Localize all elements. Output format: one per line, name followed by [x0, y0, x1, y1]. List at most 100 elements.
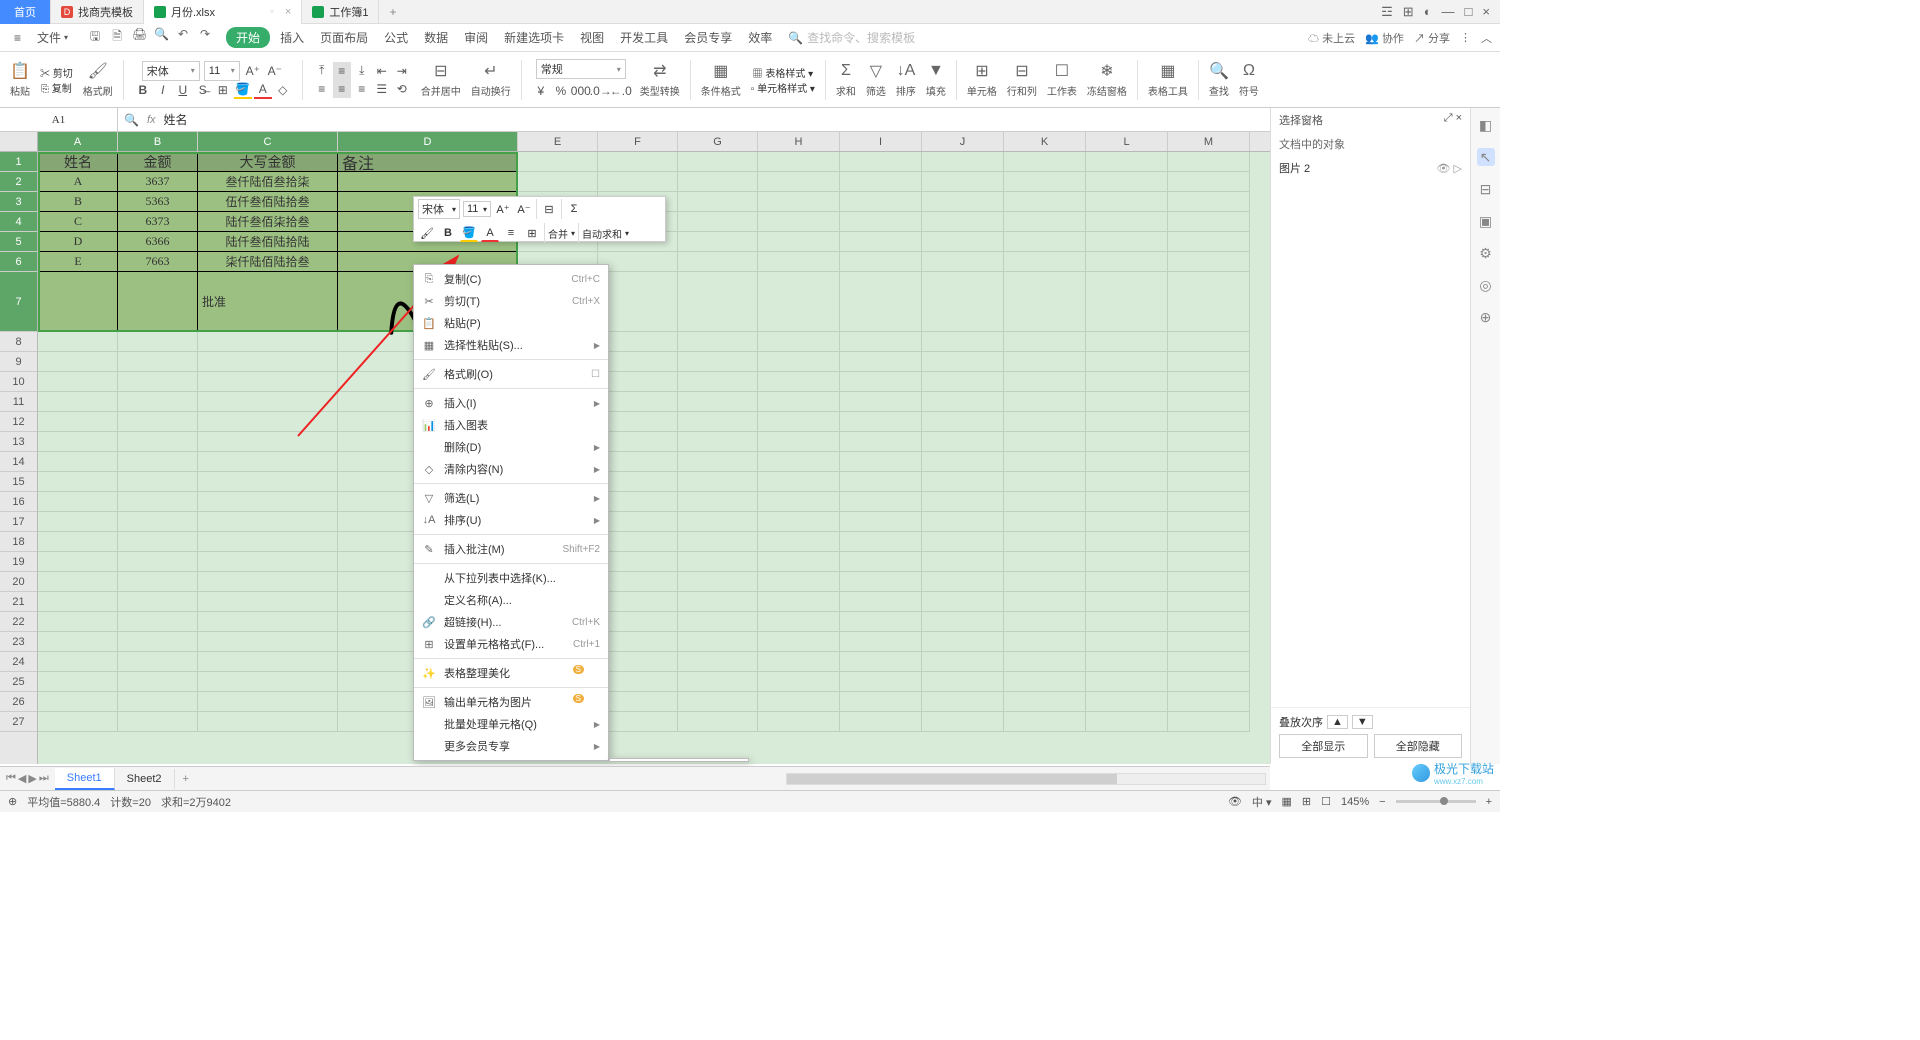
row-header[interactable]: 5 — [0, 232, 37, 252]
col-header[interactable]: B — [118, 132, 198, 151]
cell[interactable] — [1168, 592, 1250, 612]
border-button[interactable]: ⊞ — [214, 81, 232, 99]
cell[interactable] — [1168, 252, 1250, 272]
cell[interactable] — [1086, 472, 1168, 492]
tab-dev[interactable]: 开发工具 — [614, 27, 674, 48]
tab-layout[interactable]: 页面布局 — [314, 27, 374, 48]
cell[interactable] — [758, 272, 840, 332]
cell[interactable] — [118, 452, 198, 472]
cell[interactable] — [1086, 512, 1168, 532]
ctx-item[interactable]: 更多会员专享▶ — [414, 735, 608, 757]
row-header[interactable]: 11 — [0, 392, 37, 412]
cell[interactable] — [1168, 552, 1250, 572]
cell[interactable] — [118, 712, 198, 732]
cell[interactable] — [38, 272, 118, 332]
row-header[interactable]: 20 — [0, 572, 37, 592]
cell[interactable] — [1004, 712, 1086, 732]
side-icon-3[interactable]: ⊟ — [1477, 180, 1495, 198]
cell[interactable] — [840, 172, 922, 192]
cell[interactable] — [758, 412, 840, 432]
ctx-item[interactable]: ⎘复制(C)Ctrl+C — [414, 268, 608, 290]
side-icon-6[interactable]: ◎ — [1477, 276, 1495, 294]
cell[interactable]: 大写金额 — [198, 152, 338, 172]
align-top-icon[interactable]: ⤒ — [313, 62, 331, 80]
cell[interactable] — [198, 332, 338, 352]
row-header[interactable]: 14 — [0, 452, 37, 472]
cell[interactable] — [678, 552, 758, 572]
cell[interactable] — [1086, 492, 1168, 512]
cell[interactable] — [1004, 452, 1086, 472]
col-header[interactable]: L — [1086, 132, 1168, 151]
tab-template[interactable]: D找商壳模板 — [51, 0, 144, 24]
cell[interactable] — [598, 332, 678, 352]
cell[interactable] — [1004, 212, 1086, 232]
cell[interactable] — [922, 512, 1004, 532]
comma-icon[interactable]: 000 — [572, 82, 590, 100]
cell[interactable] — [598, 652, 678, 672]
cell[interactable] — [198, 572, 338, 592]
cell[interactable] — [518, 172, 598, 192]
cell[interactable] — [922, 612, 1004, 632]
cell[interactable] — [922, 432, 1004, 452]
share-button[interactable]: ↗ 分享 — [1414, 30, 1450, 46]
cell[interactable] — [922, 372, 1004, 392]
row-header[interactable]: 2 — [0, 172, 37, 192]
cell[interactable] — [1004, 252, 1086, 272]
cell[interactable] — [1004, 692, 1086, 712]
sheet-add-button[interactable]: + — [175, 773, 197, 785]
cell[interactable] — [598, 352, 678, 372]
bold-button[interactable]: B — [134, 81, 152, 99]
cell[interactable] — [840, 712, 922, 732]
cell[interactable] — [1086, 692, 1168, 712]
align-middle-icon[interactable]: ≡ — [333, 62, 351, 80]
cell[interactable] — [922, 472, 1004, 492]
ctx-item[interactable]: 🖼输出单元格为图片S — [414, 691, 608, 713]
cell[interactable] — [678, 412, 758, 432]
cell[interactable] — [1086, 352, 1168, 372]
ctx-item[interactable]: ⊞设置单元格格式(F)...Ctrl+1 — [414, 633, 608, 655]
ctx-item[interactable]: ✂剪切(T)Ctrl+X — [414, 290, 608, 312]
clear-format-button[interactable]: ◇ — [274, 81, 292, 99]
cell[interactable] — [840, 632, 922, 652]
horizontal-scrollbar[interactable] — [197, 773, 1270, 785]
cell[interactable] — [1086, 412, 1168, 432]
tab-view[interactable]: 视图 — [574, 27, 610, 48]
cell[interactable] — [758, 632, 840, 652]
cell[interactable] — [758, 432, 840, 452]
cell[interactable] — [598, 492, 678, 512]
cell[interactable] — [840, 432, 922, 452]
cell[interactable] — [38, 412, 118, 432]
cell[interactable] — [118, 392, 198, 412]
cell[interactable]: C — [38, 212, 118, 232]
side-icon-7[interactable]: ⊕ — [1477, 308, 1495, 326]
cell[interactable] — [758, 492, 840, 512]
cell[interactable]: B — [38, 192, 118, 212]
sheet-tab-1[interactable]: Sheet1 — [55, 768, 115, 790]
cell[interactable] — [1086, 232, 1168, 252]
indent-dec-icon[interactable]: ⇤ — [373, 62, 391, 80]
cell[interactable] — [38, 552, 118, 572]
pane-pin-icon[interactable]: ⤢ — [1444, 112, 1453, 124]
object-item[interactable]: 图片 2👁 ▷ — [1271, 156, 1470, 180]
type-convert-button[interactable]: ⇄类型转换 — [636, 59, 684, 100]
name-box[interactable]: A1 — [0, 108, 118, 131]
cell[interactable] — [1086, 572, 1168, 592]
cell[interactable]: 陆仟叁佰陆拾陆 — [198, 232, 338, 252]
cell[interactable] — [922, 172, 1004, 192]
cell[interactable] — [38, 612, 118, 632]
cell[interactable] — [1004, 652, 1086, 672]
cell[interactable] — [198, 452, 338, 472]
cell[interactable] — [678, 392, 758, 412]
cell[interactable] — [758, 232, 840, 252]
cell[interactable] — [840, 252, 922, 272]
cell-format-button[interactable]: ▫ 单元格样式 ▾ — [751, 80, 815, 95]
cell[interactable] — [38, 712, 118, 732]
mini-font-select[interactable]: 宋体▾ — [418, 199, 460, 219]
cell[interactable] — [678, 472, 758, 492]
table-tools-button[interactable]: ▦表格工具 — [1144, 59, 1192, 100]
cell[interactable] — [840, 532, 922, 552]
cell[interactable] — [198, 432, 338, 452]
cell[interactable] — [1168, 212, 1250, 232]
cell[interactable] — [922, 352, 1004, 372]
cell[interactable] — [598, 672, 678, 692]
